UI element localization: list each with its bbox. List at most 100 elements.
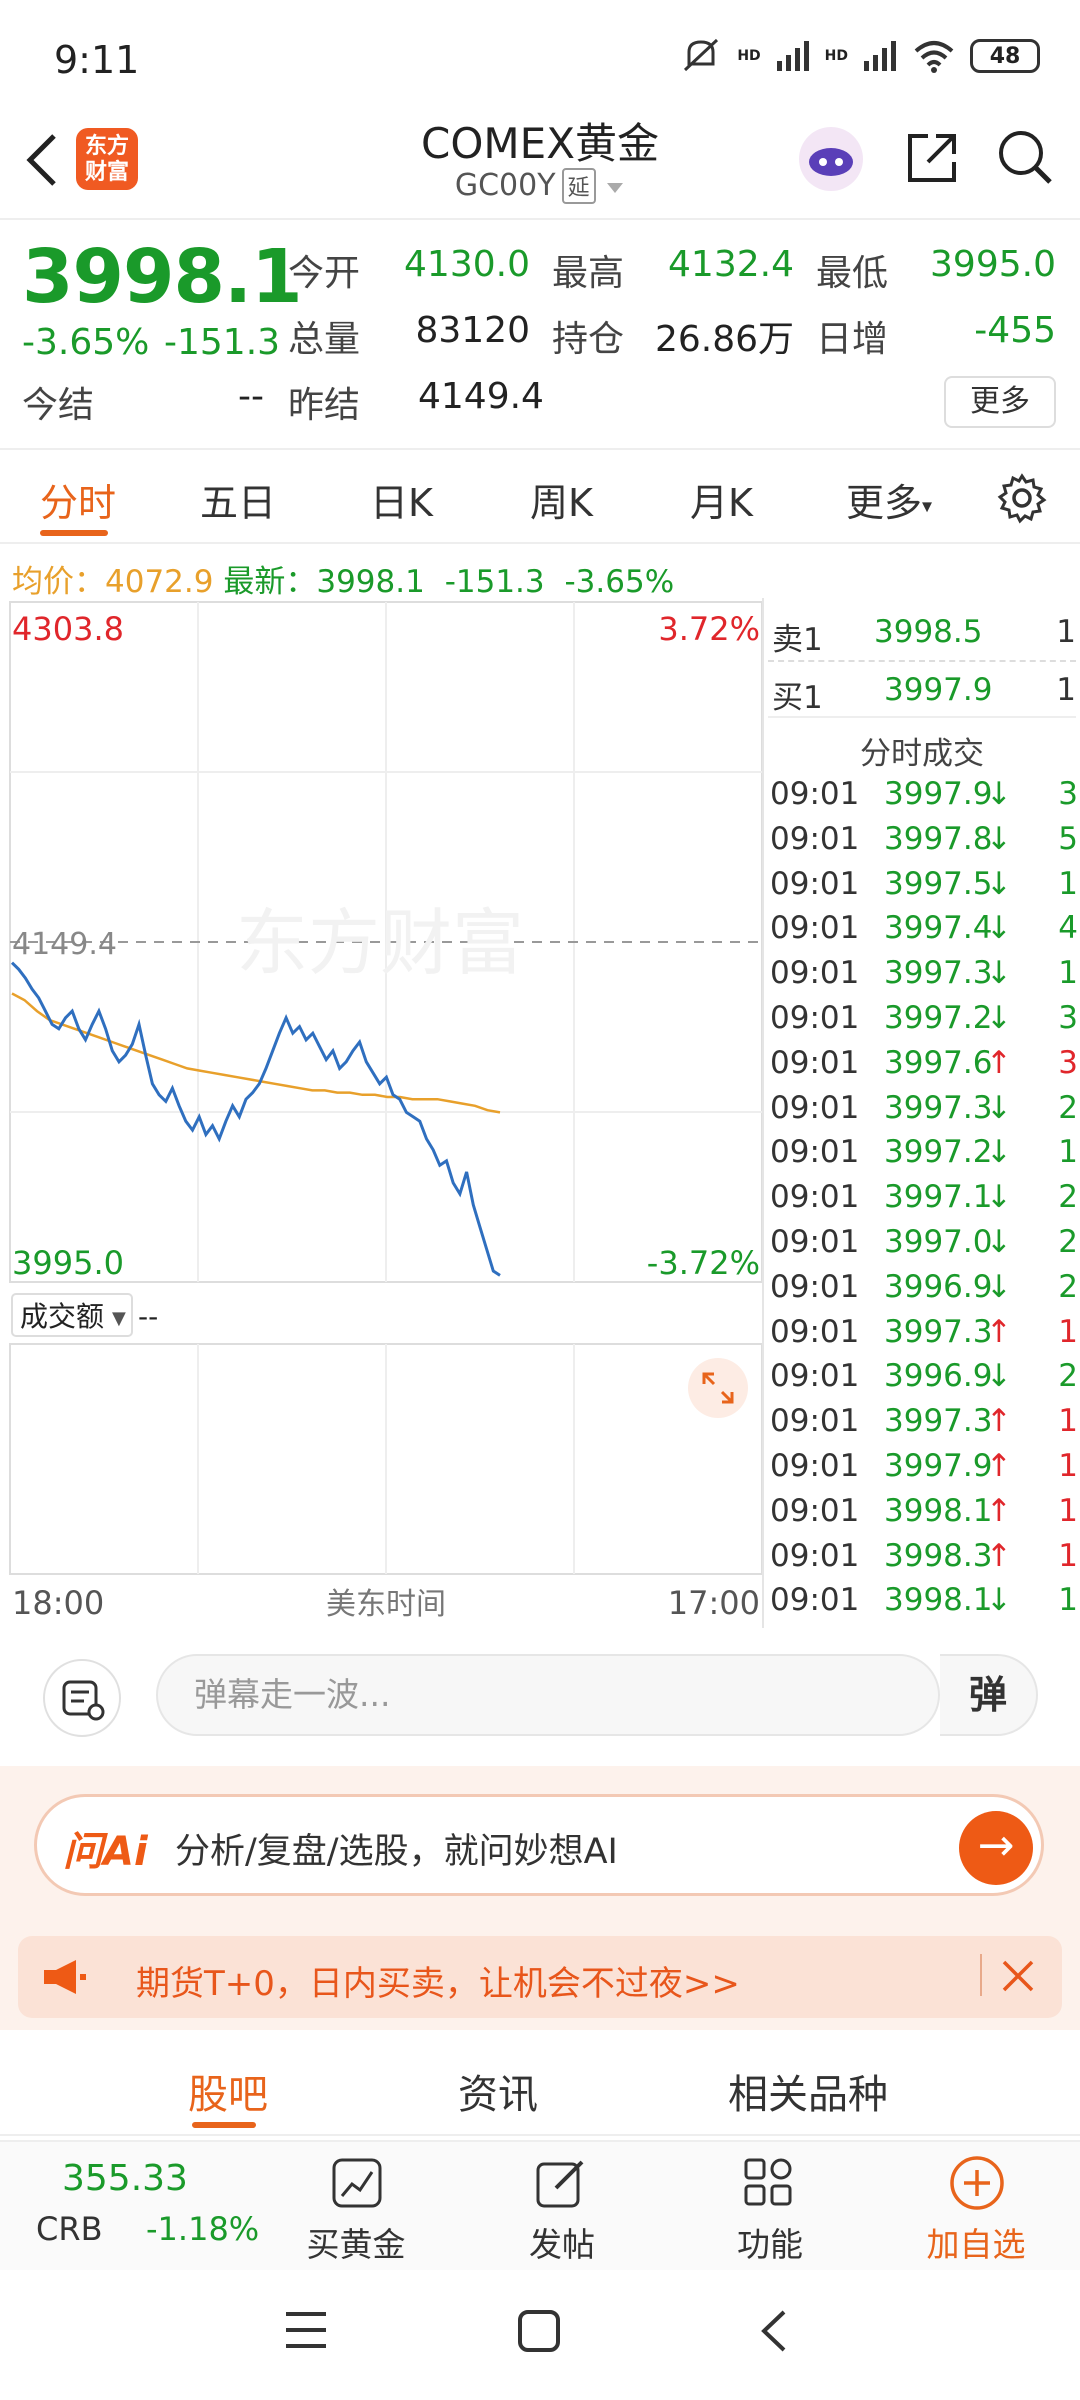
arrow-down-icon: ↓ xyxy=(986,865,1012,902)
tick-time: 09:01 xyxy=(770,820,860,857)
danmaku-bar: 弹幕走一波... 弹 xyxy=(0,1628,1080,1738)
tick-qty: 1 xyxy=(1058,1448,1078,1484)
tab-five-day[interactable]: 五日 xyxy=(200,472,276,527)
buy-gold-chart-icon[interactable] xyxy=(330,2156,384,2210)
tab-related[interactable]: 相关品种 xyxy=(728,2062,888,2120)
volume-selector-caret-icon: ▼ xyxy=(112,1308,126,1329)
functions-grid-icon[interactable] xyxy=(742,2156,796,2210)
arrow-down-icon: ↓ xyxy=(986,1089,1012,1126)
bid-label: 买1 xyxy=(772,680,823,716)
tab-intraday[interactable]: 分时 xyxy=(40,472,116,527)
ai-send-arrow-icon[interactable]: → xyxy=(959,1811,1033,1885)
volume-value: -- xyxy=(138,1300,158,1333)
tab-more[interactable]: 更多▾ xyxy=(846,472,932,527)
expand-button[interactable] xyxy=(688,1358,748,1418)
last-price: 3998.1 xyxy=(22,234,303,320)
tick-time: 09:01 xyxy=(770,1582,860,1619)
tick-qty: 1 xyxy=(1058,1403,1078,1440)
tab-news[interactable]: 资讯 xyxy=(458,2062,538,2120)
status-time: 9:11 xyxy=(54,38,140,82)
y-axis-bottom-price: 3995.0 xyxy=(12,1244,124,1282)
dropdown-icon[interactable] xyxy=(605,181,625,195)
open-value: 4130.0 xyxy=(404,244,530,285)
settle-value: -- xyxy=(238,376,264,417)
edit-post-icon[interactable] xyxy=(534,2156,588,2210)
tick-time: 09:01 xyxy=(770,1000,860,1036)
ask-label: 卖1 xyxy=(772,622,823,658)
low-label: 最低 xyxy=(816,253,889,294)
arrow-down-icon: ↓ xyxy=(986,820,1012,857)
signal-icon xyxy=(864,41,896,71)
tick-qty: 2 xyxy=(1058,1358,1078,1395)
danmaku-input[interactable]: 弹幕走一波... xyxy=(156,1654,940,1736)
tick-time: 09:01 xyxy=(770,1179,860,1216)
content-tabs: 股吧 资讯 相关品种 xyxy=(0,2040,1080,2136)
arrow-up-icon: ↑ xyxy=(986,1313,1012,1350)
search-icon[interactable] xyxy=(994,126,1056,188)
watermark: 东方财富 xyxy=(236,901,524,985)
signal-2-hd: HD xyxy=(824,48,848,64)
arrow-down-icon: ↓ xyxy=(986,1582,1012,1619)
tab-weekly-k[interactable]: 周K xyxy=(530,472,593,527)
add-watchlist-icon[interactable] xyxy=(948,2154,1006,2212)
arrow-up-icon: ↑ xyxy=(986,1448,1012,1484)
tab-guba[interactable]: 股吧 xyxy=(188,2062,268,2120)
crb-index-value[interactable]: 355.33 xyxy=(62,2158,188,2199)
tick-time: 09:01 xyxy=(770,1089,860,1126)
y-axis-mid-price: 4149.4 xyxy=(12,927,117,962)
high-label: 最高 xyxy=(552,253,625,294)
tab-monthly-k[interactable]: 月K xyxy=(690,472,753,527)
add-watchlist-label[interactable]: 加自选 xyxy=(896,2218,1056,2266)
ai-logo: 问Ai xyxy=(63,1829,148,1875)
tick-qty: 1 xyxy=(1058,1313,1078,1350)
change-pct: -3.65% xyxy=(22,322,150,363)
tab-more-label: 更多 xyxy=(846,481,923,525)
intraday-chart[interactable]: 东方财富 4303.8 3.72% 4149.4 3995.0 -3.72% 成… xyxy=(0,598,764,1628)
status-icons: HD HD 48 xyxy=(679,36,1040,76)
post-label[interactable]: 发帖 xyxy=(482,2218,642,2266)
open-interest-label: 持仓 xyxy=(552,319,625,360)
avg-price-line xyxy=(11,992,501,1114)
y-axis-top-pct: 3.72% xyxy=(658,610,760,648)
arrow-down-icon: ↓ xyxy=(986,1358,1012,1395)
divider xyxy=(768,716,1076,718)
menu-icon[interactable] xyxy=(282,2308,330,2352)
back-nav-icon[interactable] xyxy=(754,2306,794,2356)
ai-prompt-box[interactable]: 问Ai 分析/复盘/选股，就问妙想AI → xyxy=(34,1794,1044,1896)
home-icon[interactable] xyxy=(516,2308,562,2354)
tick-time: 09:01 xyxy=(770,1044,860,1081)
tick-qty: 4 xyxy=(1058,910,1078,947)
high-value: 4132.4 xyxy=(668,244,794,285)
tick-price: 3997.6 xyxy=(884,1044,993,1081)
comment-list-icon[interactable] xyxy=(42,1658,122,1738)
tick-time: 09:01 xyxy=(770,1224,860,1260)
share-icon[interactable] xyxy=(902,128,962,188)
functions-label[interactable]: 功能 xyxy=(690,2218,850,2266)
danmaku-toggle-button[interactable]: 弹 xyxy=(940,1654,1038,1736)
buy-gold-label[interactable]: 买黄金 xyxy=(276,2218,436,2266)
robot-avatar-icon[interactable] xyxy=(796,124,866,194)
more-button[interactable]: 更多 xyxy=(944,376,1056,428)
change-value: -151.3 xyxy=(164,322,281,363)
tick-price: 3997.3 xyxy=(884,955,993,992)
tick-price: 3997.8 xyxy=(884,820,993,857)
arrow-up-icon: ↑ xyxy=(986,1492,1012,1529)
tick-qty: 1 xyxy=(1058,1582,1078,1619)
price-line xyxy=(10,961,501,1277)
tick-time: 09:01 xyxy=(770,1403,860,1440)
divider xyxy=(768,660,1076,662)
tick-time: 09:01 xyxy=(770,955,860,992)
tab-daily-k[interactable]: 日K xyxy=(370,472,433,527)
tick-price: 3997.4 xyxy=(884,910,993,947)
wifi-icon xyxy=(914,41,954,73)
daily-increase-value: -455 xyxy=(974,310,1056,351)
tick-price: 3997.1 xyxy=(884,1179,993,1216)
tick-price: 3997.2 xyxy=(884,1134,993,1171)
close-icon[interactable] xyxy=(998,1956,1038,1996)
tick-price: 3996.9 xyxy=(884,1358,993,1395)
promo-banner[interactable]: 期货T+0，日内买卖，让机会不过夜>> xyxy=(18,1936,1062,2018)
x-axis-timezone: 美东时间 xyxy=(326,1587,446,1622)
settings-gear-icon[interactable] xyxy=(996,472,1048,524)
tick-price: 3998.1 xyxy=(884,1582,993,1619)
crb-index-name: CRB xyxy=(36,2210,103,2248)
